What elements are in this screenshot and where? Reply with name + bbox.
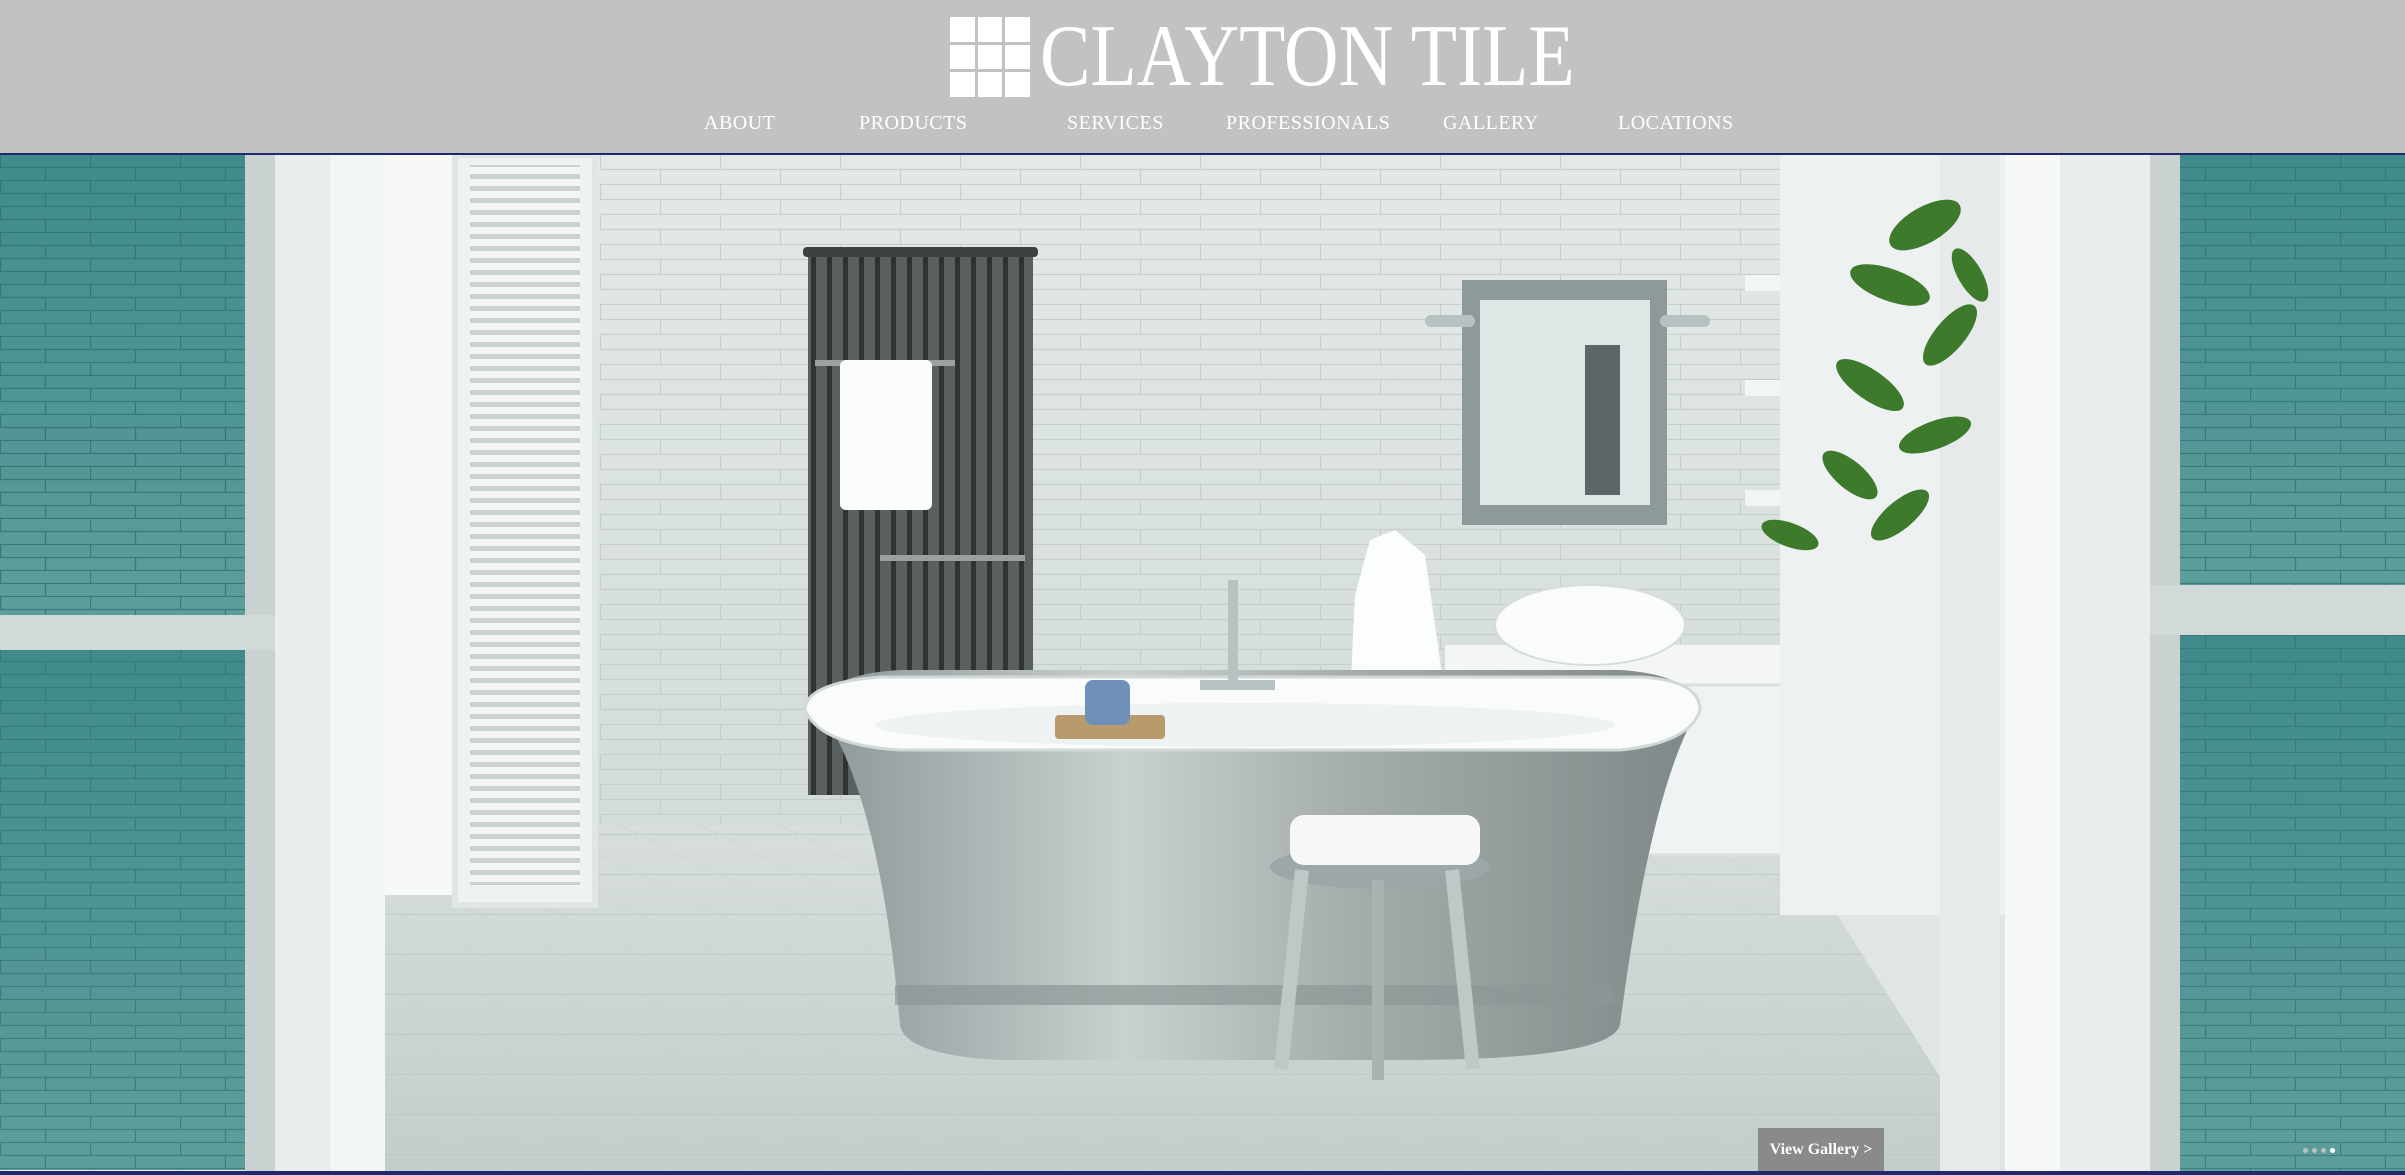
hero-slideshow[interactable]: View Gallery > (0, 155, 2405, 1171)
slide-dot-3[interactable] (2321, 1148, 2326, 1153)
site-header: CLAYTON TILE ABOUT PRODUCTS SERVICES PRO… (0, 0, 2405, 153)
nav-locations[interactable]: LOCATIONS (1618, 112, 1734, 135)
main-nav: ABOUT PRODUCTS SERVICES PROFESSIONALS GA… (0, 112, 2405, 144)
tile-grid-icon (950, 17, 1030, 97)
bathroom-photo (0, 155, 2405, 1171)
view-gallery-button[interactable]: View Gallery > (1758, 1128, 1884, 1171)
slide-indicators (2303, 1148, 2335, 1153)
nav-gallery[interactable]: GALLERY (1443, 112, 1539, 135)
slide-dot-2[interactable] (2312, 1148, 2317, 1153)
logo[interactable]: CLAYTON TILE (950, 8, 1662, 105)
slide-dot-1[interactable] (2303, 1148, 2308, 1153)
brand-name: CLAYTON TILE (1040, 8, 1575, 105)
slide-dot-4[interactable] (2330, 1148, 2335, 1153)
hero-bottom-border (0, 1171, 2405, 1175)
nav-products[interactable]: PRODUCTS (859, 112, 967, 135)
nav-services[interactable]: SERVICES (1067, 112, 1164, 135)
nav-about[interactable]: ABOUT (704, 112, 775, 135)
nav-professionals[interactable]: PROFESSIONALS (1226, 112, 1390, 135)
